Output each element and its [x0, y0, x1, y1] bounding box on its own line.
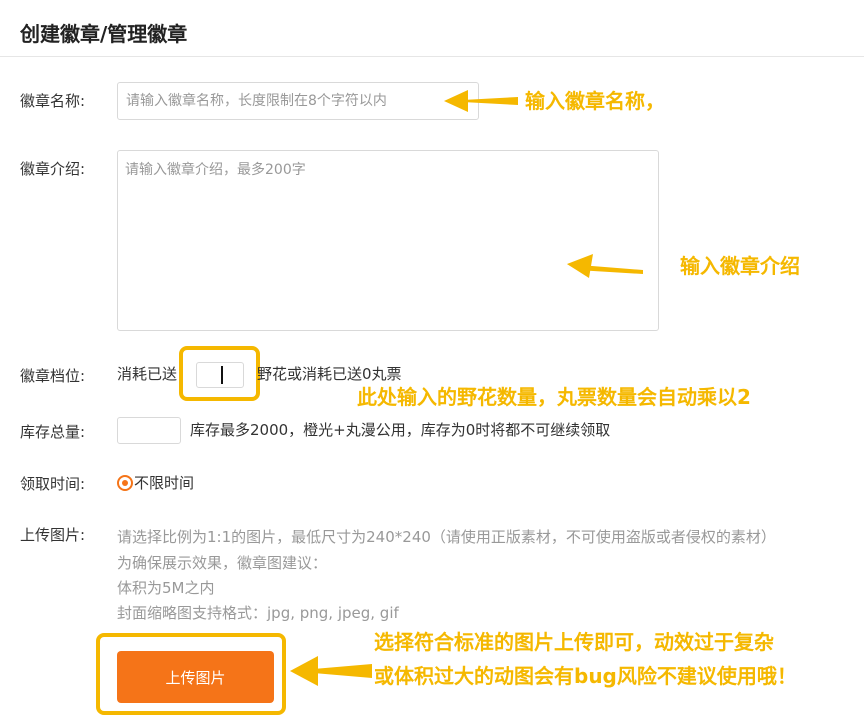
arrow-to-intro-textarea [567, 254, 643, 278]
upload-label: 上传图片: [20, 526, 86, 544]
title-divider [0, 56, 864, 57]
annotation-upload-line1: 选择符合标准的图片上传即可，动效过于复杂 [374, 630, 774, 654]
annotation-tier: 此处输入的野花数量，丸票数量会自动乘以2 [357, 385, 751, 409]
annotation-name: 输入徽章名称， [525, 89, 665, 113]
badge-intro-label: 徽章介绍: [20, 160, 86, 178]
badge-name-label: 徽章名称: [20, 92, 86, 110]
claim-time-radio[interactable] [117, 475, 133, 491]
annotation-intro: 输入徽章介绍 [680, 254, 800, 278]
radio-selected-dot [122, 480, 128, 486]
tier-prefix-text: 消耗已送 [117, 365, 178, 383]
stock-label: 库存总量: [20, 423, 86, 441]
claim-time-option-label[interactable]: 不限时间 [134, 473, 194, 493]
upload-hint-4: 封面缩略图支持格式：jpg, png, jpeg, gif [117, 604, 399, 622]
tier-suffix-text: 野花或消耗已送0丸票 [257, 365, 402, 383]
arrow-to-name-input [444, 90, 518, 112]
upload-button-highlight [96, 633, 286, 715]
upload-hint-2: 为确保展示效果，徽章图建议： [117, 554, 328, 572]
page-title: 创建徽章/管理徽章 [20, 22, 188, 46]
annotation-upload-line2: 或体积过大的动图会有bug风险不建议使用哦！ [374, 664, 797, 688]
badge-intro-textarea[interactable] [117, 150, 659, 331]
badge-name-input[interactable] [117, 82, 479, 120]
upload-hint-3: 体积为5M之内 [117, 579, 215, 597]
stock-input[interactable] [117, 417, 181, 444]
badge-tier-label: 徽章档位: [20, 367, 86, 385]
tier-input-highlight [179, 346, 260, 401]
claim-time-label: 领取时间: [20, 475, 86, 493]
arrow-to-upload-button [290, 656, 372, 686]
stock-hint: 库存最多2000，橙光+丸漫公用，库存为0时将都不可继续领取 [190, 421, 611, 439]
upload-hint-1: 请选择比例为1:1的图片，最低尺寸为240*240（请使用正版素材，不可使用盗版… [117, 528, 776, 546]
